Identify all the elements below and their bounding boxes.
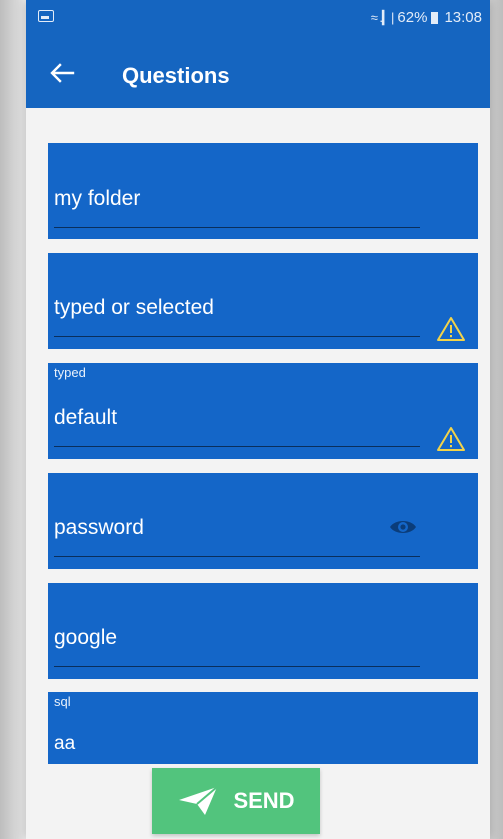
typed-field[interactable]: typed default [48, 363, 478, 459]
sql-field-value: aa [54, 733, 76, 754]
sql-field[interactable]: sql aa [48, 692, 478, 764]
password-field-underline [54, 556, 420, 557]
sql-field-label: sql [54, 694, 71, 709]
device-frame: ≈ .▎| 62% 13:08 Questions my folder type… [0, 0, 503, 839]
battery-icon [431, 11, 439, 24]
status-bar: ≈ .▎| 62% 13:08 [26, 0, 490, 46]
typed-or-selected-value: typed or selected [54, 296, 214, 319]
send-button-label: SEND [233, 788, 295, 813]
signal-icon: ≈ .▎| [370, 9, 395, 25]
paper-plane-icon [179, 786, 219, 815]
google-field[interactable]: google [48, 583, 478, 679]
warning-icon [437, 317, 465, 341]
folder-field[interactable]: my folder [48, 143, 478, 239]
send-button[interactable]: SEND [152, 768, 320, 834]
notification-image-icon [38, 10, 54, 22]
status-indicators: ≈ .▎| 62% 13:08 [371, 9, 482, 26]
google-field-value: google [54, 626, 118, 649]
google-field-underline [54, 666, 420, 667]
password-field-value: password [54, 516, 144, 539]
app-screen: ≈ .▎| 62% 13:08 Questions my folder type… [26, 0, 490, 839]
folder-field-underline [54, 227, 420, 228]
typed-or-selected-underline [54, 336, 420, 337]
back-arrow-icon[interactable] [48, 59, 76, 87]
app-toolbar: Questions [26, 46, 490, 108]
typed-field-label: typed [54, 365, 86, 380]
page-title: Questions [122, 63, 230, 88]
typed-field-underline [54, 446, 420, 447]
battery-percent: 62% [397, 9, 428, 26]
eye-icon[interactable] [389, 517, 417, 537]
typed-field-value: default [54, 406, 118, 429]
password-field[interactable]: password [48, 473, 478, 569]
warning-icon [437, 427, 465, 451]
folder-field-value: my folder [54, 187, 141, 210]
clock: 13:08 [444, 9, 482, 26]
typed-or-selected-field[interactable]: typed or selected [48, 253, 478, 349]
